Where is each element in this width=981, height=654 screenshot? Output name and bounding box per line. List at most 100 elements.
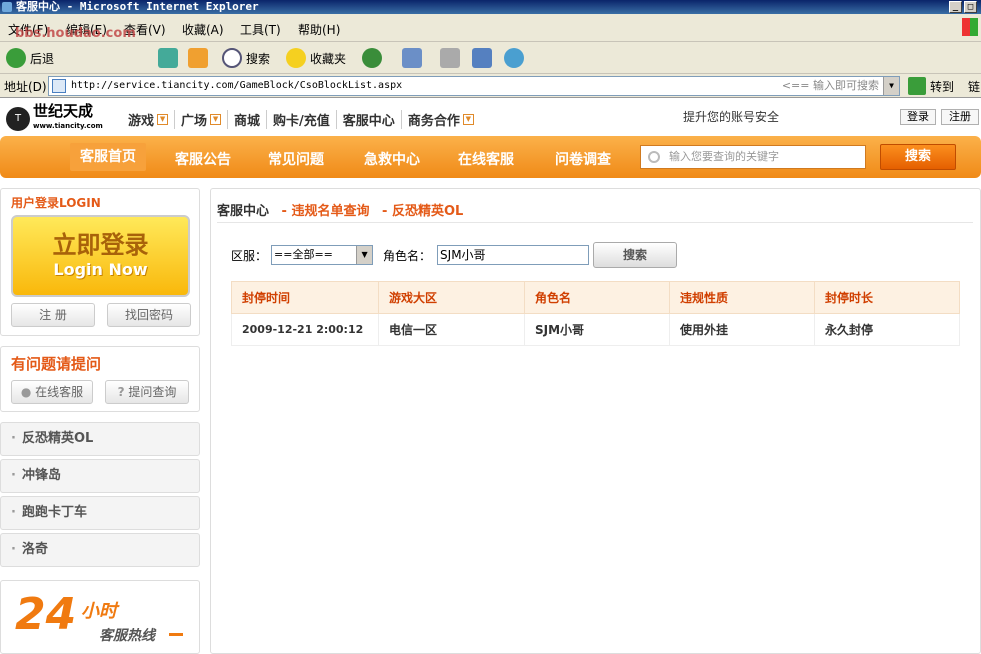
menu-help[interactable]: 帮助(H) bbox=[298, 21, 340, 38]
nav-faq[interactable]: 常见问题 bbox=[268, 149, 324, 169]
logo-text: 世纪天成 bbox=[33, 102, 94, 120]
minimize-button[interactable]: _ bbox=[949, 1, 962, 13]
breadcrumb-home[interactable]: 客服中心 bbox=[217, 204, 269, 219]
chevron-down-icon: ▼ bbox=[210, 114, 222, 125]
favorites-button[interactable]: 收藏夹 bbox=[286, 48, 346, 68]
ask-question-button[interactable]: ? 提问查询 bbox=[105, 380, 189, 404]
recover-password-link[interactable]: 找回密码 bbox=[107, 303, 191, 327]
keyword-placeholder: 输入您要查询的关键字 bbox=[669, 150, 779, 163]
maximize-button[interactable]: □ bbox=[964, 1, 977, 13]
keyword-search-button[interactable]: 搜索 bbox=[880, 144, 956, 170]
address-bar: 地址(D) http://service.tiancity.com/GameBl… bbox=[0, 74, 981, 98]
go-button[interactable]: 转到 bbox=[930, 78, 954, 95]
hotline-hour: 小时 bbox=[81, 601, 117, 622]
main-content: 客服中心 - 违规名单查询 - 反恐精英OL 区服： ==全部== ▼ 角色名：… bbox=[210, 188, 981, 654]
watermark-logo: bbs.houdao.com bbox=[15, 26, 136, 41]
menu-bar: 文件(F) 编辑(E) 查看(V) 收藏(A) 工具(T) 帮助(H) bbs.… bbox=[0, 14, 981, 42]
search-label: 搜索 bbox=[246, 51, 271, 66]
col-ban-time: 封停时间 bbox=[231, 281, 379, 314]
nav-games[interactable]: 游戏 ▼ bbox=[122, 110, 176, 129]
favorites-label: 收藏夹 bbox=[310, 51, 347, 66]
back-arrow-icon bbox=[6, 48, 26, 68]
cell-ban-time: 2009-12-21 2:00:12 bbox=[231, 313, 379, 346]
browser-toolbar: 后退 搜索 收藏夹 bbox=[0, 42, 981, 74]
hotline-number: 24 bbox=[15, 589, 77, 640]
table-header-row: 封停时间 游戏大区 角色名 违规性质 封停时长 bbox=[231, 281, 960, 314]
nav-online-support[interactable]: 在线客服 bbox=[458, 149, 514, 169]
chevron-down-icon: ▼ bbox=[462, 114, 474, 125]
game-link[interactable]: · 反恐精英OL bbox=[0, 422, 200, 456]
breadcrumb-page[interactable]: 违规名单查询 bbox=[291, 204, 369, 219]
go-arrow-icon[interactable] bbox=[908, 77, 926, 95]
address-dropdown-icon[interactable]: ▼ bbox=[883, 77, 899, 95]
site-logo[interactable]: T 世纪天成 www.tiancity.com bbox=[6, 104, 103, 134]
menu-favorites[interactable]: 收藏(A) bbox=[182, 21, 224, 38]
refresh-icon[interactable] bbox=[158, 48, 178, 68]
home-icon[interactable] bbox=[188, 48, 208, 68]
users-icon: ● bbox=[20, 385, 32, 399]
question-panel: 有问题请提问 ● 在线客服 ? 提问查询 bbox=[0, 346, 200, 412]
nav-emergency[interactable]: 急救中心 bbox=[364, 149, 420, 169]
col-violation: 违规性质 bbox=[669, 281, 815, 314]
page-icon bbox=[52, 79, 66, 93]
role-name-input[interactable]: SJM小哥 bbox=[437, 245, 590, 265]
magnifier-icon bbox=[222, 48, 242, 68]
menu-tools[interactable]: 工具(T) bbox=[240, 21, 281, 38]
col-server: 游戏大区 bbox=[378, 281, 525, 314]
messenger-icon[interactable] bbox=[504, 48, 524, 68]
back-label: 后退 bbox=[30, 51, 55, 66]
mail-icon[interactable] bbox=[402, 48, 422, 68]
role-label: 角色名： bbox=[383, 248, 432, 263]
security-link[interactable]: 提升您的账号安全 bbox=[683, 108, 779, 125]
search-button[interactable]: 搜索 bbox=[222, 48, 270, 68]
ie-icon bbox=[2, 2, 12, 12]
cell-duration: 永久封停 bbox=[814, 313, 960, 346]
question-icon: ? bbox=[117, 385, 125, 399]
game-link[interactable]: · 冲锋岛 bbox=[0, 459, 200, 493]
keyword-search-input[interactable]: 输入您要查询的关键字 bbox=[640, 145, 866, 169]
nav-service[interactable]: 客服中心 bbox=[337, 110, 402, 129]
back-button[interactable]: 后退 bbox=[6, 48, 54, 68]
login-panel: 用户登录LOGIN 立即登录 Login Now 注 册 找回密码 bbox=[0, 188, 200, 336]
divider bbox=[217, 222, 973, 223]
breadcrumb-game[interactable]: 反恐精英OL bbox=[392, 204, 463, 219]
top-nav: 游戏 ▼ 广场 ▼ 商城 购卡/充值 客服中心 商务合作 ▼ bbox=[122, 110, 480, 129]
search-submit-button[interactable]: 搜索 bbox=[593, 242, 678, 268]
register-button[interactable]: 注册 bbox=[941, 109, 979, 125]
online-support-button[interactable]: ● 在线客服 bbox=[11, 380, 93, 404]
breadcrumb: 客服中心 - 违规名单查询 - 反恐精英OL bbox=[217, 204, 464, 219]
address-url: http://service.tiancity.com/GameBlock/Cs… bbox=[71, 80, 403, 91]
nav-announcements[interactable]: 客服公告 bbox=[175, 149, 231, 169]
login-title: 用户登录LOGIN bbox=[11, 196, 101, 210]
nav-survey[interactable]: 问卷调查 bbox=[555, 149, 611, 169]
game-link[interactable]: · 洛奇 bbox=[0, 533, 200, 567]
search-icon bbox=[648, 151, 660, 163]
login-button[interactable]: 登录 bbox=[900, 109, 936, 125]
nav-plaza[interactable]: 广场 ▼ bbox=[175, 110, 229, 129]
col-role-name: 角色名 bbox=[524, 281, 670, 314]
links-label[interactable]: 链 bbox=[968, 78, 980, 95]
search-form: 区服： ==全部== ▼ 角色名： SJM小哥 搜索 bbox=[231, 242, 678, 268]
question-title: 有问题请提问 bbox=[11, 355, 102, 373]
server-select[interactable]: ==全部== ▼ bbox=[271, 245, 374, 265]
star-icon bbox=[286, 48, 306, 68]
login-now-button[interactable]: 立即登录 Login Now bbox=[11, 215, 190, 297]
game-link[interactable]: · 跑跑卡丁车 bbox=[0, 496, 200, 530]
col-duration: 封停时长 bbox=[814, 281, 960, 314]
history-icon[interactable] bbox=[362, 48, 382, 68]
address-input[interactable]: http://service.tiancity.com/GameBlock/Cs… bbox=[48, 76, 900, 96]
edit-icon[interactable] bbox=[472, 48, 492, 68]
nav-business[interactable]: 商务合作 ▼ bbox=[402, 110, 480, 129]
chevron-down-icon[interactable]: ▼ bbox=[356, 246, 373, 264]
print-icon[interactable] bbox=[440, 48, 460, 68]
window-title: 客服中心 - Microsoft Internet Explorer bbox=[16, 0, 259, 13]
server-label: 区服： bbox=[231, 248, 268, 263]
nav-shop[interactable]: 商城 bbox=[228, 110, 268, 129]
dash-divider bbox=[169, 633, 183, 636]
logo-mark-icon: T bbox=[6, 107, 30, 131]
register-link[interactable]: 注 册 bbox=[11, 303, 95, 327]
service-nav-bar: 客服首页 客服公告 常见问题 急救中心 在线客服 问卷调查 输入您要查询的关键字… bbox=[0, 136, 981, 178]
nav-service-home[interactable]: 客服首页 bbox=[70, 143, 146, 171]
address-hint: <== 输入即可搜索 bbox=[781, 79, 879, 92]
nav-recharge[interactable]: 购卡/充值 bbox=[267, 110, 337, 129]
